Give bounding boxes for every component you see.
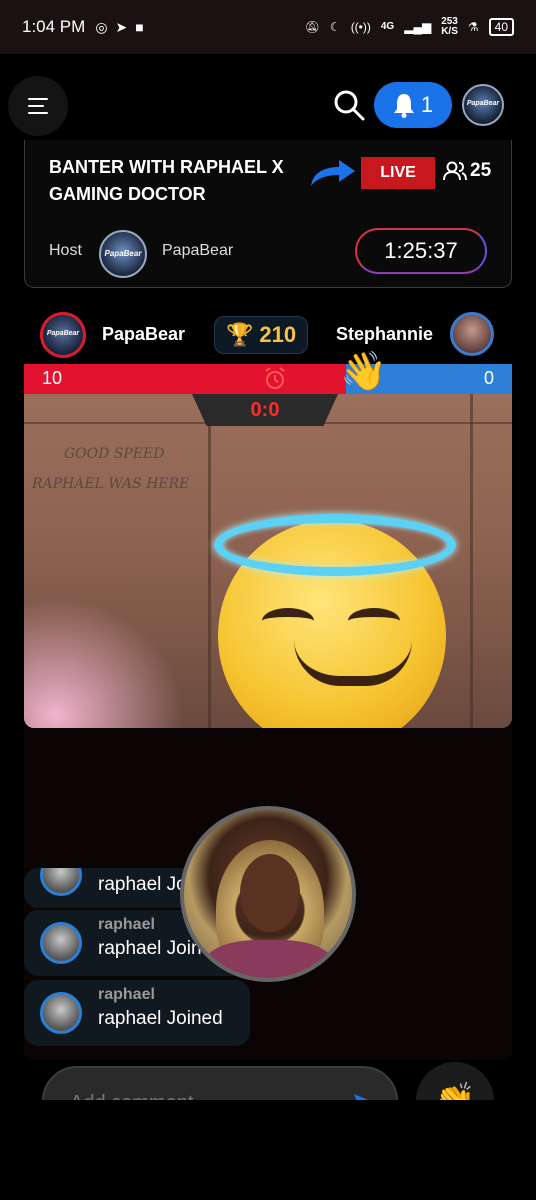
trophy-icon: 🏆 [225,322,254,347]
net-speed: 253 K/S [441,16,458,37]
emoji-eye [262,608,314,634]
status-time: 1:04 PM [22,17,86,36]
guest-shirt [204,940,334,978]
player1-score: 10 [42,368,63,388]
flask-icon: ⚗ [467,20,479,34]
menu-icon [28,98,48,100]
host-avatar-text: PapaBear [104,249,142,258]
trophy-points: 🏆 210 [214,316,308,354]
notification-icons: ◎ ➤ ■ [95,19,143,36]
system-icons: 🔕︎ ☾ ((•)) 4G ▂▄▆ 253 K/S ⚗ 40 [305,17,514,37]
player2-name: Stephannie [336,324,434,344]
chat-avatar[interactable] [40,992,82,1034]
menu-button[interactable] [8,76,68,136]
stream-info-card: BANTER WITH RAPHAEL X GAMING DOCTOR LIVE… [24,140,512,288]
search-icon[interactable] [332,88,366,122]
wall-seam [470,394,473,728]
host-label: Host [49,242,82,259]
player1-name: PapaBear [102,324,186,344]
battle-score-bar: 10 0 👋 [24,351,512,394]
chat-username[interactable]: raphael [98,986,155,1004]
hotspot-icon: ((•)) [350,20,371,34]
player1-avatar-text: PapaBear [46,330,80,337]
halo-icon [214,514,456,576]
waving-hand-icon: 👋 [340,351,388,393]
bell-icon [393,94,414,118]
wall-seam [208,394,211,728]
viewer-count[interactable]: 25 [443,160,491,182]
light-glow [24,598,184,728]
guest-face [240,854,300,932]
avatar-logo-text: PapaBear [466,100,500,107]
network-type: 4G [380,21,395,32]
video-icon: ■ [135,18,144,35]
chat-avatar[interactable] [40,922,82,964]
telegram-icon: ➤ [115,18,128,35]
moon-icon: ☾ [329,20,341,34]
signal-icon: ▂▄▆ [404,20,432,34]
live-badge: LIVE [361,157,435,189]
round-score: 0:0 [192,394,338,426]
bottom-area [0,1100,536,1200]
share-arrow-icon[interactable] [307,158,357,188]
battery-level: 40 [488,18,514,36]
whatsapp-icon: ◎ [95,18,108,35]
stream-timer: 1:25:37 [355,228,487,274]
chat-username[interactable]: raphael [98,916,155,934]
alarm-clock-icon [265,367,285,389]
viewer-count-value: 25 [470,160,492,181]
host-name[interactable]: PapaBear [162,242,233,260]
chat-item: raphael raphael Joined [24,980,250,1046]
viewers-icon [443,161,467,181]
player1-avatar[interactable]: PapaBear [40,312,86,358]
stream-title: BANTER WITH RAPHAEL X GAMING DOCTOR [49,157,284,204]
status-bar: 1:04 PM ◎ ➤ ■ 🔕︎ ☾ ((•)) 4G ▂▄▆ 253 K/S ⚗… [0,0,536,54]
profile-avatar[interactable]: PapaBear [462,84,504,126]
notification-count: 1 [420,92,434,117]
mute-icon: 🔕︎ [304,20,320,34]
round-score-value: 0:0 [250,398,280,421]
menu-icon-line [28,112,48,114]
chat-avatar[interactable] [40,868,82,896]
wall-writing: RAPHAEL WAS HERE [32,476,190,492]
wall-writing: GOOD SPEED [64,446,165,462]
player2-avatar[interactable] [450,312,494,356]
host-avatar[interactable]: PapaBear [99,230,147,278]
menu-icon-line [28,105,44,107]
notifications-button[interactable]: 1 [374,82,452,128]
emoji-eye [348,608,400,634]
player2-score: 0 [483,368,494,388]
battle-header: PapaBear PapaBear 🏆 210 Stephannie [24,306,512,362]
trophy-points-value: 210 [259,322,297,347]
chat-message: raphael Joined [98,1008,223,1029]
guest-camera-bubble[interactable] [180,806,356,982]
player1-score-fill [24,364,347,394]
